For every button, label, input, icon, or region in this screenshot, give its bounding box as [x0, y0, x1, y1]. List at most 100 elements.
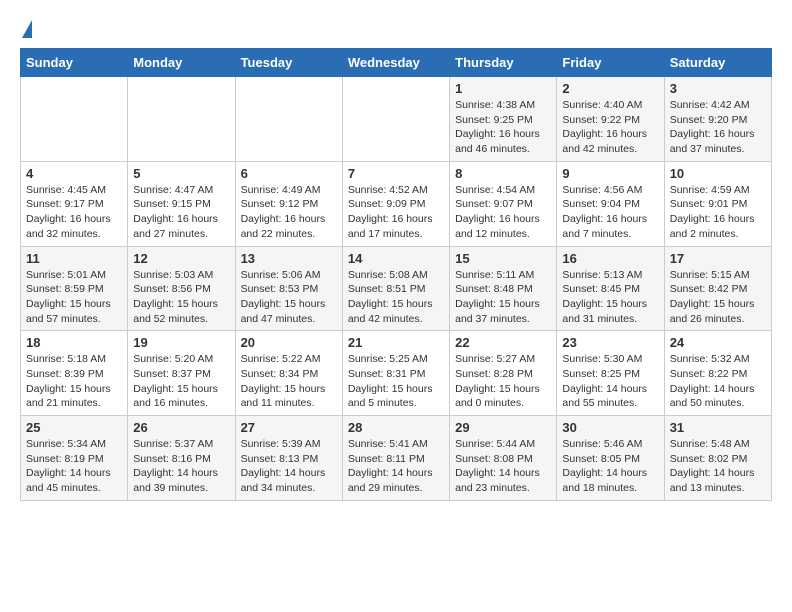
day-info: Sunrise: 5:25 AM Sunset: 8:31 PM Dayligh…: [348, 352, 444, 411]
calendar-week-row: 4 Sunrise: 4:45 AM Sunset: 9:17 PM Daylig…: [21, 161, 772, 246]
day-info: Sunrise: 4:49 AM Sunset: 9:12 PM Dayligh…: [241, 183, 337, 242]
calendar-cell: 16 Sunrise: 5:13 AM Sunset: 8:45 PM Dayli…: [557, 246, 664, 331]
day-info: Sunrise: 5:11 AM Sunset: 8:48 PM Dayligh…: [455, 268, 551, 327]
day-info: Sunrise: 4:54 AM Sunset: 9:07 PM Dayligh…: [455, 183, 551, 242]
day-number: 11: [26, 251, 122, 266]
day-info: Sunrise: 5:32 AM Sunset: 8:22 PM Dayligh…: [670, 352, 766, 411]
day-info: Sunrise: 5:39 AM Sunset: 8:13 PM Dayligh…: [241, 437, 337, 496]
day-info: Sunrise: 4:52 AM Sunset: 9:09 PM Dayligh…: [348, 183, 444, 242]
day-number: 1: [455, 81, 551, 96]
day-info: Sunrise: 5:34 AM Sunset: 8:19 PM Dayligh…: [26, 437, 122, 496]
calendar-cell: 18 Sunrise: 5:18 AM Sunset: 8:39 PM Dayli…: [21, 331, 128, 416]
day-number: 27: [241, 420, 337, 435]
calendar-cell: 26 Sunrise: 5:37 AM Sunset: 8:16 PM Dayli…: [128, 416, 235, 501]
day-info: Sunrise: 4:42 AM Sunset: 9:20 PM Dayligh…: [670, 98, 766, 157]
day-number: 15: [455, 251, 551, 266]
day-info: Sunrise: 4:40 AM Sunset: 9:22 PM Dayligh…: [562, 98, 658, 157]
calendar-cell: 7 Sunrise: 4:52 AM Sunset: 9:09 PM Daylig…: [342, 161, 449, 246]
day-info: Sunrise: 4:59 AM Sunset: 9:01 PM Dayligh…: [670, 183, 766, 242]
day-info: Sunrise: 5:18 AM Sunset: 8:39 PM Dayligh…: [26, 352, 122, 411]
page-header: [20, 20, 772, 38]
calendar-cell: 20Sunrise: 5:22 AM Sunset: 8:34 PM Dayli…: [235, 331, 342, 416]
weekday-header: Thursday: [450, 49, 557, 77]
day-info: Sunrise: 4:45 AM Sunset: 9:17 PM Dayligh…: [26, 183, 122, 242]
day-number: 7: [348, 166, 444, 181]
calendar-cell: 30 Sunrise: 5:46 AM Sunset: 8:05 PM Dayli…: [557, 416, 664, 501]
logo-triangle-icon: [22, 20, 32, 38]
day-number: 8: [455, 166, 551, 181]
weekday-header: Tuesday: [235, 49, 342, 77]
day-number: 19: [133, 335, 229, 350]
calendar-cell: 15 Sunrise: 5:11 AM Sunset: 8:48 PM Dayli…: [450, 246, 557, 331]
calendar-week-row: 11Sunrise: 5:01 AM Sunset: 8:59 PM Dayli…: [21, 246, 772, 331]
day-number: 28: [348, 420, 444, 435]
calendar-cell: [235, 77, 342, 162]
day-number: 2: [562, 81, 658, 96]
calendar-cell: 11Sunrise: 5:01 AM Sunset: 8:59 PM Dayli…: [21, 246, 128, 331]
day-number: 26: [133, 420, 229, 435]
day-number: 17: [670, 251, 766, 266]
day-number: 12: [133, 251, 229, 266]
calendar-table: SundayMondayTuesdayWednesdayThursdayFrid…: [20, 48, 772, 501]
day-number: 29: [455, 420, 551, 435]
day-number: 20: [241, 335, 337, 350]
day-number: 5: [133, 166, 229, 181]
calendar-week-row: 18 Sunrise: 5:18 AM Sunset: 8:39 PM Dayli…: [21, 331, 772, 416]
day-number: 30: [562, 420, 658, 435]
day-number: 25: [26, 420, 122, 435]
calendar-cell: 4 Sunrise: 4:45 AM Sunset: 9:17 PM Daylig…: [21, 161, 128, 246]
calendar-cell: [128, 77, 235, 162]
calendar-cell: 8 Sunrise: 4:54 AM Sunset: 9:07 PM Daylig…: [450, 161, 557, 246]
weekday-header: Friday: [557, 49, 664, 77]
day-info: Sunrise: 5:06 AM Sunset: 8:53 PM Dayligh…: [241, 268, 337, 327]
weekday-header: Saturday: [664, 49, 771, 77]
day-info: Sunrise: 5:30 AM Sunset: 8:25 PM Dayligh…: [562, 352, 658, 411]
day-info: Sunrise: 5:20 AM Sunset: 8:37 PM Dayligh…: [133, 352, 229, 411]
day-number: 16: [562, 251, 658, 266]
calendar-cell: 9 Sunrise: 4:56 AM Sunset: 9:04 PM Daylig…: [557, 161, 664, 246]
day-info: Sunrise: 4:56 AM Sunset: 9:04 PM Dayligh…: [562, 183, 658, 242]
day-info: Sunrise: 5:48 AM Sunset: 8:02 PM Dayligh…: [670, 437, 766, 496]
day-info: Sunrise: 5:13 AM Sunset: 8:45 PM Dayligh…: [562, 268, 658, 327]
day-number: 4: [26, 166, 122, 181]
day-info: Sunrise: 5:44 AM Sunset: 8:08 PM Dayligh…: [455, 437, 551, 496]
calendar-cell: [21, 77, 128, 162]
calendar-cell: 2 Sunrise: 4:40 AM Sunset: 9:22 PM Daylig…: [557, 77, 664, 162]
calendar-week-row: 25 Sunrise: 5:34 AM Sunset: 8:19 PM Dayli…: [21, 416, 772, 501]
calendar-cell: 17Sunrise: 5:15 AM Sunset: 8:42 PM Dayli…: [664, 246, 771, 331]
day-number: 14: [348, 251, 444, 266]
day-number: 24: [670, 335, 766, 350]
day-info: Sunrise: 5:27 AM Sunset: 8:28 PM Dayligh…: [455, 352, 551, 411]
day-info: Sunrise: 5:37 AM Sunset: 8:16 PM Dayligh…: [133, 437, 229, 496]
day-info: Sunrise: 4:47 AM Sunset: 9:15 PM Dayligh…: [133, 183, 229, 242]
calendar-cell: 23 Sunrise: 5:30 AM Sunset: 8:25 PM Dayli…: [557, 331, 664, 416]
calendar-cell: 10Sunrise: 4:59 AM Sunset: 9:01 PM Dayli…: [664, 161, 771, 246]
weekday-header: Sunday: [21, 49, 128, 77]
day-number: 22: [455, 335, 551, 350]
calendar-cell: 22 Sunrise: 5:27 AM Sunset: 8:28 PM Dayli…: [450, 331, 557, 416]
day-number: 31: [670, 420, 766, 435]
calendar-cell: 31 Sunrise: 5:48 AM Sunset: 8:02 PM Dayli…: [664, 416, 771, 501]
calendar-cell: 28 Sunrise: 5:41 AM Sunset: 8:11 PM Dayli…: [342, 416, 449, 501]
calendar-cell: 6 Sunrise: 4:49 AM Sunset: 9:12 PM Daylig…: [235, 161, 342, 246]
calendar-cell: 21Sunrise: 5:25 AM Sunset: 8:31 PM Dayli…: [342, 331, 449, 416]
day-info: Sunrise: 5:08 AM Sunset: 8:51 PM Dayligh…: [348, 268, 444, 327]
day-info: Sunrise: 5:41 AM Sunset: 8:11 PM Dayligh…: [348, 437, 444, 496]
calendar-cell: 13 Sunrise: 5:06 AM Sunset: 8:53 PM Dayli…: [235, 246, 342, 331]
calendar-cell: 29 Sunrise: 5:44 AM Sunset: 8:08 PM Dayli…: [450, 416, 557, 501]
calendar-header-row: SundayMondayTuesdayWednesdayThursdayFrid…: [21, 49, 772, 77]
day-number: 6: [241, 166, 337, 181]
day-number: 13: [241, 251, 337, 266]
day-info: Sunrise: 5:46 AM Sunset: 8:05 PM Dayligh…: [562, 437, 658, 496]
calendar-cell: 3 Sunrise: 4:42 AM Sunset: 9:20 PM Daylig…: [664, 77, 771, 162]
day-info: Sunrise: 4:38 AM Sunset: 9:25 PM Dayligh…: [455, 98, 551, 157]
calendar-cell: 19 Sunrise: 5:20 AM Sunset: 8:37 PM Dayli…: [128, 331, 235, 416]
weekday-header: Monday: [128, 49, 235, 77]
calendar-cell: 27 Sunrise: 5:39 AM Sunset: 8:13 PM Dayli…: [235, 416, 342, 501]
day-number: 3: [670, 81, 766, 96]
day-number: 23: [562, 335, 658, 350]
weekday-header: Wednesday: [342, 49, 449, 77]
day-number: 9: [562, 166, 658, 181]
calendar-week-row: 1 Sunrise: 4:38 AM Sunset: 9:25 PM Daylig…: [21, 77, 772, 162]
day-number: 18: [26, 335, 122, 350]
